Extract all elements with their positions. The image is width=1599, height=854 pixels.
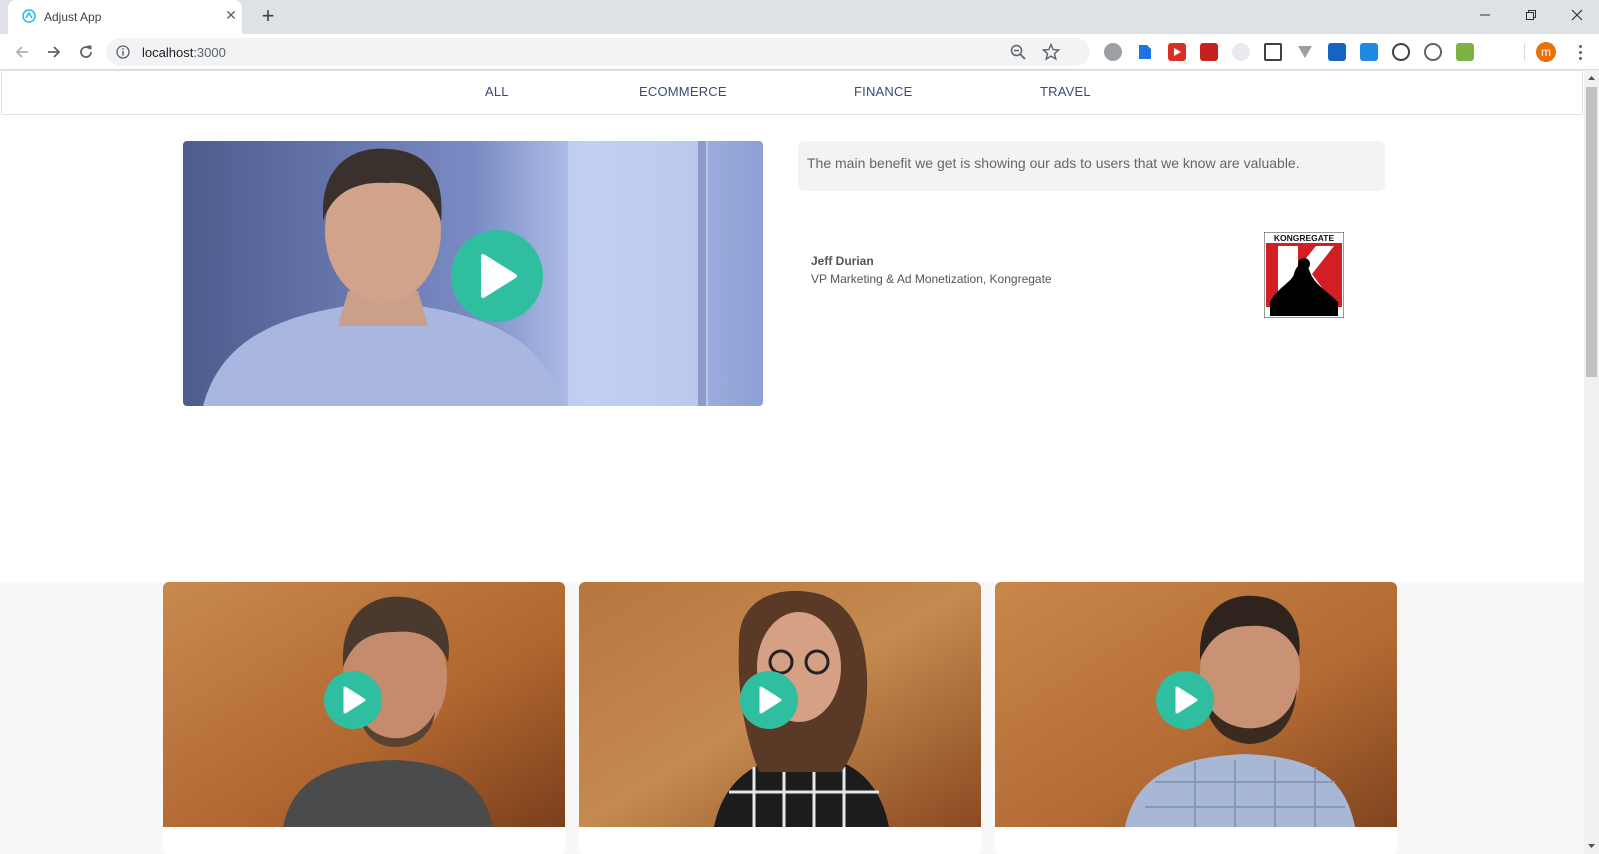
tab-title: Adjust App <box>44 10 102 24</box>
scroll-down-arrow-icon[interactable] <box>1584 837 1599 854</box>
restore-icon <box>1526 10 1536 20</box>
reload-icon <box>80 45 92 58</box>
browser-toolbar: localhost:3000 m <box>0 34 1599 70</box>
close-window-button[interactable] <box>1554 0 1599 30</box>
page-scrollbar[interactable] <box>1584 70 1599 854</box>
address-bar[interactable]: localhost:3000 <box>106 38 1090 66</box>
adblock-extension-icon[interactable] <box>1104 43 1122 61</box>
nav-link-travel[interactable]: TRAVEL <box>1040 84 1091 99</box>
sync-extension-icon[interactable] <box>1392 43 1410 61</box>
kongregate-logo: KONGREGATE <box>1263 231 1345 319</box>
info-icon[interactable] <box>116 45 130 59</box>
featured-video[interactable] <box>183 141 763 406</box>
video-card[interactable] <box>995 582 1397 854</box>
browser-menu-icon[interactable] <box>1570 42 1590 62</box>
url-text: localhost:3000 <box>142 45 226 60</box>
url-port: :3000 <box>193 45 226 60</box>
play-icon <box>343 686 366 714</box>
app-favicon-icon <box>22 9 36 23</box>
close-icon <box>1571 9 1583 21</box>
new-tab-button[interactable]: + <box>256 5 280 29</box>
author-name: Jeff Durian <box>811 254 874 268</box>
browser-tab[interactable]: Adjust App ✕ <box>8 0 242 34</box>
featured-play-button[interactable] <box>451 230 543 322</box>
m-extension-icon[interactable] <box>1488 43 1506 61</box>
quote-text: The main benefit we get is showing our a… <box>807 155 1300 171</box>
scrollbar-thumb[interactable] <box>1586 87 1597 377</box>
arrow-left-icon <box>15 46 28 58</box>
video-card[interactable] <box>163 582 565 854</box>
tab-strip: Adjust App ✕ + <box>0 0 1599 34</box>
reload-button[interactable] <box>74 40 98 64</box>
close-tab-icon[interactable]: ✕ <box>222 6 240 24</box>
play-icon <box>481 254 517 298</box>
url-host: localhost <box>142 45 194 60</box>
profile-avatar[interactable]: m <box>1536 42 1556 62</box>
page-viewport: ALL ECOMMERCE FINANCE TRAVEL The main be… <box>0 70 1584 854</box>
testimonial-quote: The main benefit we get is showing our a… <box>798 141 1385 191</box>
back-button[interactable] <box>10 40 34 64</box>
video-play-button[interactable] <box>740 671 798 729</box>
play-icon <box>759 686 782 714</box>
arrow-right-icon <box>48 46 61 58</box>
minimize-icon <box>1480 14 1490 16</box>
scroll-up-arrow-icon[interactable] <box>1584 70 1599 87</box>
nav-link-ecommerce[interactable]: ECOMMERCE <box>639 84 727 99</box>
vue-extension-icon[interactable] <box>1296 43 1314 61</box>
play-icon <box>1175 686 1198 714</box>
video-grid <box>0 582 1584 854</box>
zoom-out-icon[interactable] <box>1010 44 1026 60</box>
bookmark-star-icon[interactable] <box>1042 43 1060 61</box>
minimize-window-button[interactable] <box>1462 0 1508 30</box>
grammar-extension-icon[interactable] <box>1424 43 1442 61</box>
chat-extension-icon[interactable] <box>1360 43 1378 61</box>
video-play-button[interactable] <box>1156 671 1214 729</box>
tools-extension-icon[interactable] <box>1200 43 1218 61</box>
author-title: VP Marketing & Ad Monetization, Kongrega… <box>811 272 1052 286</box>
video-play-button[interactable] <box>324 671 382 729</box>
toolbar-divider <box>1524 43 1525 61</box>
nav-link-finance[interactable]: FINANCE <box>854 84 912 99</box>
category-nav: ALL ECOMMERCE FINANCE TRAVEL <box>1 70 1583 115</box>
logo-wordmark: KONGREGATE <box>1274 233 1335 243</box>
restore-window-button[interactable] <box>1508 0 1554 30</box>
nav-link-all[interactable]: ALL <box>485 84 509 99</box>
window-extension-icon[interactable] <box>1328 43 1346 61</box>
recorder-extension-icon[interactable] <box>1232 43 1250 61</box>
forward-button[interactable] <box>42 40 66 64</box>
docs-extension-icon[interactable] <box>1136 43 1154 61</box>
video-card[interactable] <box>579 582 981 854</box>
media-extension-icon[interactable] <box>1168 43 1186 61</box>
download-extension-icon[interactable] <box>1456 43 1474 61</box>
screenshot-extension-icon[interactable] <box>1264 43 1282 61</box>
